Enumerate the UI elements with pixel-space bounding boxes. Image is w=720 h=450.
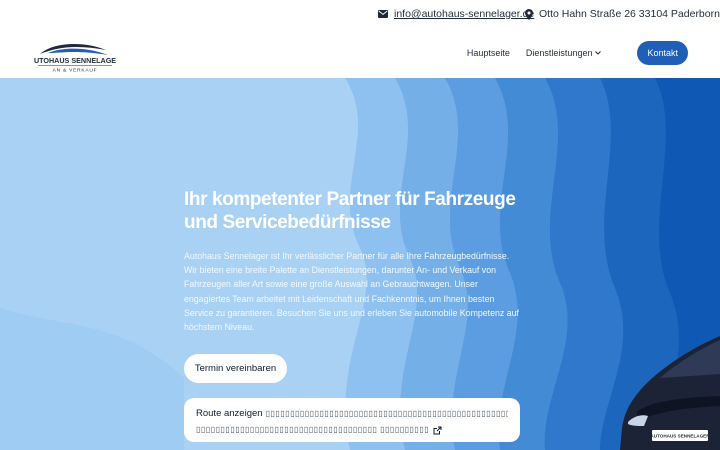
address-text: Otto Hahn Straße 26 33104 Paderborn [539, 8, 720, 20]
brand-logo[interactable]: AUTOHAUS SENNELAGER AN & VERKAUF [34, 38, 116, 74]
email-link[interactable]: info@autohaus-sennelager.de [394, 8, 534, 20]
chevron-down-icon [595, 51, 602, 55]
top-contact-bar: info@autohaus-sennelager.de Otto Hahn St… [0, 0, 720, 30]
main-nav: Hauptseite Dienstleistungen Kontakt [467, 41, 688, 65]
nav-home[interactable]: Hauptseite [467, 48, 510, 58]
hero-section: Ihr kompetenter Partner für Fahrzeuge un… [0, 78, 720, 450]
address-contact[interactable]: Otto Hahn Straße 26 33104 Paderborn [525, 8, 720, 20]
nav-home-label: Hauptseite [466, 48, 510, 58]
external-link-icon [433, 426, 442, 434]
route-label: Route anzeigen [196, 408, 263, 419]
book-appointment-button[interactable]: Termin vereinbaren [184, 354, 287, 383]
hero-title: Ihr kompetenter Partner für Fahrzeuge un… [184, 189, 516, 233]
map-pin-icon [525, 8, 533, 20]
route-line-1: Route anzeigen ▯▯▯▯▯▯▯▯▯▯▯▯▯▯▯▯▯▯▯▯▯▯▯▯▯▯… [196, 406, 508, 422]
logo-line2: AN & VERKAUF [53, 68, 98, 74]
nav-services-label: Dienstleistungen [525, 48, 593, 58]
envelope-icon [378, 10, 388, 18]
hero-description: Autohaus Sennelager ist Ihr verlässliche… [184, 251, 519, 333]
route-placeholder-2: ▯▯▯▯▯▯▯▯▯▯▯▯▯▯▯▯▯▯▯▯▯▯▯▯▯▯▯▯▯▯▯▯▯▯▯▯▯ ▯▯… [196, 425, 430, 434]
nav-contact-button[interactable]: Kontakt [637, 41, 688, 65]
site-header: AUTOHAUS SENNELAGER AN & VERKAUF Hauptse… [0, 30, 720, 78]
email-contact[interactable]: info@autohaus-sennelager.de [378, 8, 534, 20]
car-plate-text: AUTOHAUS SENNELAGER [650, 434, 710, 439]
car-image: AUTOHAUS SENNELAGER [620, 336, 720, 450]
route-line-2: ▯▯▯▯▯▯▯▯▯▯▯▯▯▯▯▯▯▯▯▯▯▯▯▯▯▯▯▯▯▯▯▯▯▯▯▯▯ ▯▯… [196, 422, 508, 438]
nav-services[interactable]: Dienstleistungen [526, 48, 602, 58]
logo-line1: AUTOHAUS SENNELAGER [34, 56, 116, 65]
route-placeholder-1: ▯▯▯▯▯▯▯▯▯▯▯▯▯▯▯▯▯▯▯▯▯▯▯▯▯▯▯▯▯▯▯▯▯▯▯▯▯▯▯▯… [265, 409, 508, 418]
hero-content: Ihr kompetenter Partner für Fahrzeuge un… [184, 188, 524, 334]
route-button[interactable]: Route anzeigen ▯▯▯▯▯▯▯▯▯▯▯▯▯▯▯▯▯▯▯▯▯▯▯▯▯▯… [184, 398, 520, 442]
